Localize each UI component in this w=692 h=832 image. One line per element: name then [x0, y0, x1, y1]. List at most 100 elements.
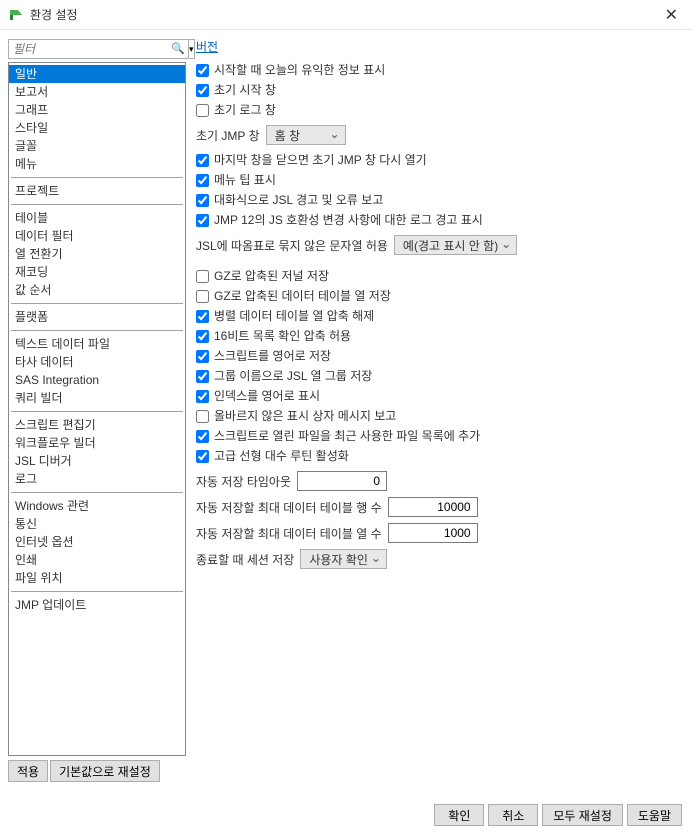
checkbox-row: 스크립트를 영어로 저장: [196, 347, 684, 365]
option-checkbox[interactable]: [196, 214, 209, 227]
version-link[interactable]: 버전: [196, 38, 218, 55]
option-checkbox[interactable]: [196, 174, 209, 187]
category-item[interactable]: 메뉴: [9, 155, 185, 173]
checkbox-row: 시작할 때 오늘의 유익한 정보 표시: [196, 61, 684, 79]
help-button[interactable]: 도움말: [627, 804, 682, 826]
search-icon: 🔍: [171, 42, 185, 55]
autosave-rows-label: 자동 저장할 최대 데이터 테이블 행 수: [196, 499, 382, 516]
checkbox-row: GZ로 압축된 데이터 테이블 열 저장: [196, 287, 684, 305]
checkbox-row: 초기 로그 창: [196, 101, 684, 119]
category-item[interactable]: 인터넷 옵션: [9, 533, 185, 551]
autosave-timeout-input[interactable]: [297, 471, 387, 491]
category-item[interactable]: 인쇄: [9, 551, 185, 569]
checkbox-row: 고급 선형 대수 루틴 활성화: [196, 447, 684, 465]
category-item[interactable]: 타사 데이터: [9, 353, 185, 371]
option-label: GZ로 압축된 저널 저장: [214, 267, 329, 285]
option-label: 스크립트로 열린 파일을 최근 사용한 파일 목록에 추가: [214, 427, 480, 445]
option-label: JMP 12의 JS 호환성 변경 사항에 대한 로그 경고 표시: [214, 211, 483, 229]
option-checkbox[interactable]: [196, 370, 209, 383]
filter-input[interactable]: [8, 39, 189, 59]
category-item[interactable]: 재코딩: [9, 263, 185, 281]
option-label: 마지막 창을 닫으면 초기 JMP 창 다시 열기: [214, 151, 427, 169]
category-item[interactable]: 테이블: [9, 209, 185, 227]
reset-defaults-button[interactable]: 기본값으로 재설정: [50, 760, 160, 782]
category-item[interactable]: 플랫폼: [9, 308, 185, 326]
category-item[interactable]: 그래프: [9, 101, 185, 119]
jsl-quote-label: JSL에 따옴표로 묶지 않은 문자열 허용: [196, 237, 388, 254]
checkbox-row: JMP 12의 JS 호환성 변경 사항에 대한 로그 경고 표시: [196, 211, 684, 229]
category-item[interactable]: 스크립트 편집기: [9, 416, 185, 434]
option-checkbox[interactable]: [196, 104, 209, 117]
category-item[interactable]: 보고서: [9, 83, 185, 101]
option-label: 스크립트를 영어로 저장: [214, 347, 331, 365]
option-checkbox[interactable]: [196, 350, 209, 363]
option-checkbox[interactable]: [196, 390, 209, 403]
category-separator: [11, 591, 183, 592]
category-item[interactable]: 데이터 필터: [9, 227, 185, 245]
option-label: 고급 선형 대수 루틴 활성화: [214, 447, 349, 465]
session-save-label: 종료할 때 세션 저장: [196, 551, 294, 568]
option-label: 초기 시작 창: [214, 81, 276, 99]
option-label: 메뉴 팁 표시: [214, 171, 276, 189]
option-checkbox[interactable]: [196, 154, 209, 167]
option-label: GZ로 압축된 데이터 테이블 열 저장: [214, 287, 391, 305]
category-item[interactable]: JMP 업데이트: [9, 596, 185, 614]
category-item[interactable]: 열 전환기: [9, 245, 185, 263]
option-checkbox[interactable]: [196, 64, 209, 77]
option-checkbox[interactable]: [196, 194, 209, 207]
category-item[interactable]: 글꼴: [9, 137, 185, 155]
category-item[interactable]: 텍스트 데이터 파일: [9, 335, 185, 353]
option-label: 그룹 이름으로 JSL 열 그룹 저장: [214, 367, 372, 385]
option-checkbox[interactable]: [196, 450, 209, 463]
option-label: 초기 로그 창: [214, 101, 276, 119]
option-label: 시작할 때 오늘의 유익한 정보 표시: [214, 61, 385, 79]
apply-button[interactable]: 적용: [8, 760, 48, 782]
checkbox-row: 인덱스를 영어로 표시: [196, 387, 684, 405]
session-save-select[interactable]: 사용자 확인: [300, 549, 387, 569]
category-item[interactable]: 쿼리 빌더: [9, 389, 185, 407]
option-checkbox[interactable]: [196, 310, 209, 323]
checkbox-row: 올바르지 않은 표시 상자 메시지 보고: [196, 407, 684, 425]
checkbox-row: GZ로 압축된 저널 저장: [196, 267, 684, 285]
category-item[interactable]: 파일 위치: [9, 569, 185, 587]
option-checkbox[interactable]: [196, 290, 209, 303]
category-item[interactable]: JSL 디버거: [9, 452, 185, 470]
cancel-button[interactable]: 취소: [488, 804, 538, 826]
category-item[interactable]: Windows 관련: [9, 497, 185, 515]
option-checkbox[interactable]: [196, 410, 209, 423]
option-checkbox[interactable]: [196, 330, 209, 343]
window-title: 환경 설정: [30, 6, 659, 23]
checkbox-row: 초기 시작 창: [196, 81, 684, 99]
app-icon: [8, 7, 24, 23]
jsl-quote-select[interactable]: 예(경고 표시 안 함): [394, 235, 517, 255]
ok-button[interactable]: 확인: [434, 804, 484, 826]
category-separator: [11, 411, 183, 412]
option-label: 병렬 데이터 테이블 열 압축 해제: [214, 307, 374, 325]
checkbox-row: 그룹 이름으로 JSL 열 그룹 저장: [196, 367, 684, 385]
category-item[interactable]: 일반: [9, 65, 185, 83]
option-label: 16비트 목록 확인 압축 허용: [214, 327, 351, 345]
category-list[interactable]: 일반보고서그래프스타일글꼴메뉴프로젝트테이블데이터 필터열 전환기재코딩값 순서…: [8, 62, 186, 756]
checkbox-row: 대화식으로 JSL 경고 및 오류 보고: [196, 191, 684, 209]
reset-all-button[interactable]: 모두 재설정: [542, 804, 623, 826]
category-separator: [11, 204, 183, 205]
option-checkbox[interactable]: [196, 430, 209, 443]
category-item[interactable]: 로그: [9, 470, 185, 488]
autosave-cols-input[interactable]: [388, 523, 478, 543]
checkbox-row: 메뉴 팁 표시: [196, 171, 684, 189]
settings-panel: 버전 시작할 때 오늘의 유익한 정보 표시초기 시작 창초기 로그 창 초기 …: [196, 38, 684, 782]
autosave-timeout-label: 자동 저장 타임아웃: [196, 473, 291, 490]
initial-window-select[interactable]: 홈 창: [266, 125, 346, 145]
filter-dropdown-button[interactable]: ▾: [189, 39, 195, 59]
category-item[interactable]: 워크플로우 빌더: [9, 434, 185, 452]
category-item[interactable]: 통신: [9, 515, 185, 533]
close-icon[interactable]: ✕: [659, 3, 684, 27]
autosave-rows-input[interactable]: [388, 497, 478, 517]
category-item[interactable]: 값 순서: [9, 281, 185, 299]
option-checkbox[interactable]: [196, 270, 209, 283]
category-item[interactable]: 프로젝트: [9, 182, 185, 200]
option-checkbox[interactable]: [196, 84, 209, 97]
category-item[interactable]: 스타일: [9, 119, 185, 137]
category-item[interactable]: SAS Integration: [9, 371, 185, 389]
option-label: 올바르지 않은 표시 상자 메시지 보고: [214, 407, 396, 425]
